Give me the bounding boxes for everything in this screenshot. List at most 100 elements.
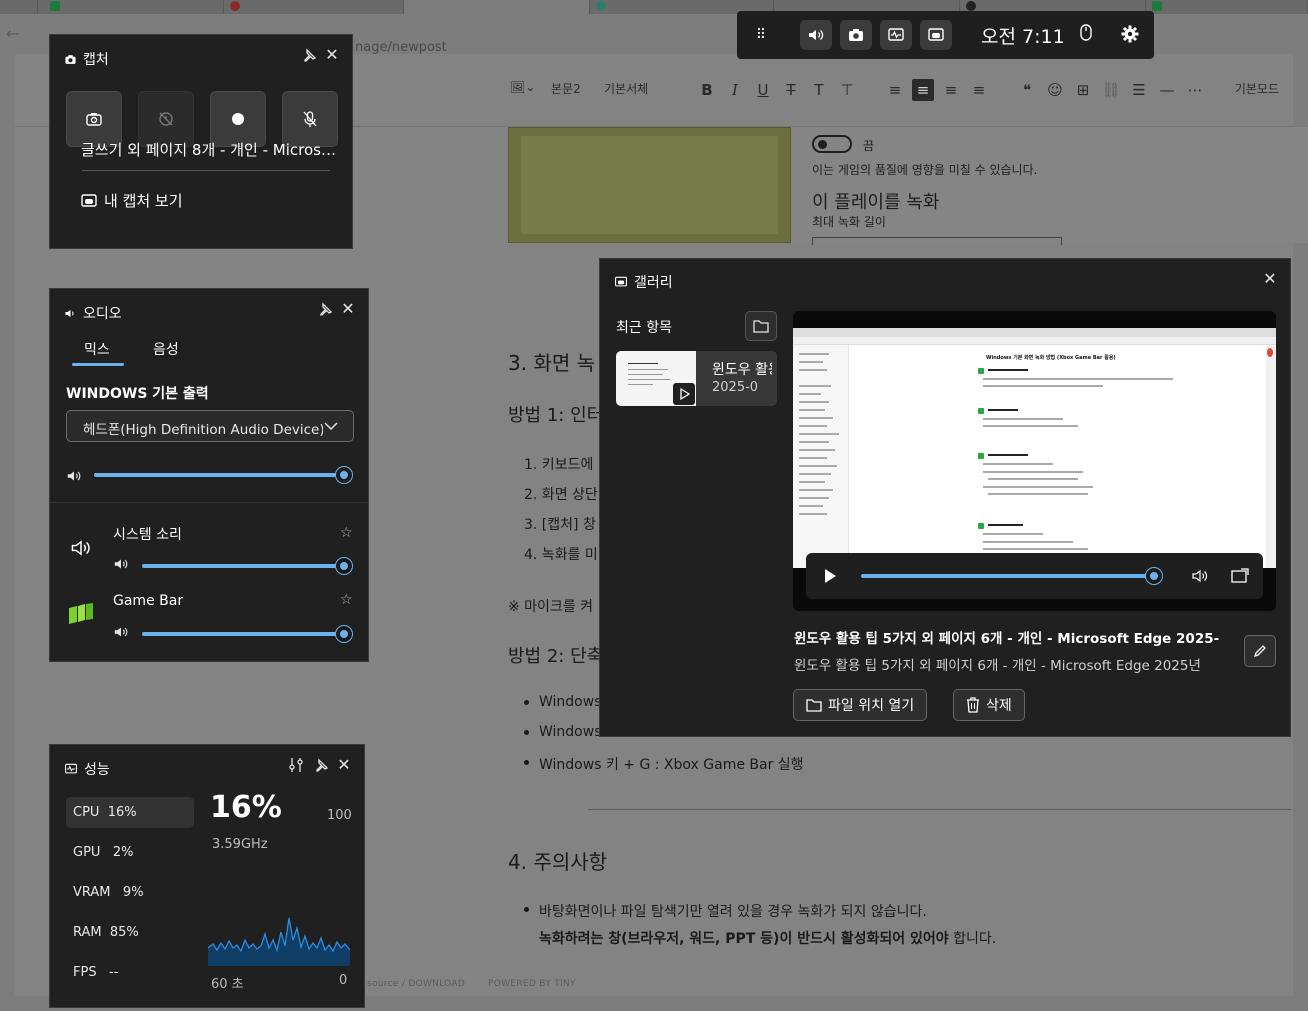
- quote-icon[interactable]: ❝: [1016, 79, 1038, 101]
- history-icon: [159, 112, 173, 126]
- grid-icon[interactable]: ⠿: [751, 25, 771, 45]
- show-captures-link[interactable]: 내 캡처 보기: [80, 190, 183, 211]
- browser-tab[interactable]: [38, 0, 224, 14]
- back-icon[interactable]: ←: [6, 24, 19, 43]
- emoji-icon[interactable]: ☺: [1044, 79, 1066, 101]
- play-icon[interactable]: [823, 568, 837, 584]
- gallery-widget-button[interactable]: [920, 20, 952, 50]
- editor-mode-select[interactable]: 기본모드: [1235, 80, 1279, 97]
- close-icon[interactable]: ✕: [335, 756, 353, 774]
- capture-widget-button[interactable]: [840, 20, 872, 50]
- game-bar-widget-menu: ⠿ 오전 7:11: [737, 11, 1154, 59]
- browser-tab[interactable]: [1146, 0, 1308, 14]
- video-seek-bar[interactable]: [861, 574, 1154, 578]
- metric-gpu[interactable]: GPU 2%: [66, 837, 194, 868]
- open-file-location-button[interactable]: 파일 위치 열기: [793, 689, 928, 721]
- output-device-select[interactable]: 헤드폰(High Definition Audio Device): [66, 410, 354, 442]
- metric-ram[interactable]: RAM 85%: [66, 917, 194, 948]
- pin-icon[interactable]: [312, 757, 330, 775]
- bold-icon[interactable]: B: [696, 79, 718, 101]
- volume-icon[interactable]: [1191, 567, 1209, 585]
- system-sounds-volume-knob[interactable]: [336, 558, 352, 574]
- frame-sidebar: [793, 345, 849, 568]
- camera-icon: [849, 29, 863, 41]
- image-icon[interactable]: 🖼⌄: [510, 80, 535, 94]
- settings-sliders-icon[interactable]: [288, 756, 304, 774]
- open-folder-button[interactable]: [745, 311, 777, 341]
- frame-line: [799, 361, 823, 363]
- frame-line: [799, 449, 835, 451]
- video-preview[interactable]: Windows 기본 화면 녹화 방법 (Xbox Game Bar 활용): [793, 311, 1276, 611]
- font-select[interactable]: 기본서체: [604, 80, 648, 97]
- metric-cpu[interactable]: CPU 16%: [66, 797, 194, 828]
- article-image-content: [521, 136, 778, 234]
- close-icon[interactable]: ✕: [1261, 270, 1279, 288]
- frame-line: [799, 489, 833, 491]
- article-heading-method2: 방법 2: 단축: [508, 646, 604, 667]
- metric-vram[interactable]: VRAM 9%: [66, 877, 194, 908]
- close-icon[interactable]: ✕: [339, 300, 357, 318]
- settings-dropdown-outline: [812, 237, 1062, 245]
- align-center-icon[interactable]: ≡: [912, 79, 934, 101]
- strikethrough-icon[interactable]: T: [780, 79, 802, 101]
- master-volume-slider[interactable]: [94, 473, 344, 477]
- align-left-icon[interactable]: ≡: [884, 79, 906, 101]
- edit-title-button[interactable]: [1244, 635, 1276, 667]
- system-sounds-volume-slider[interactable]: [142, 564, 344, 568]
- master-volume-knob[interactable]: [336, 467, 352, 483]
- align-justify-icon[interactable]: ≡: [968, 79, 990, 101]
- thumb-line: [628, 379, 670, 380]
- metric-fps[interactable]: FPS --: [66, 957, 194, 988]
- game-bar-volume-knob[interactable]: [336, 626, 352, 642]
- article-image[interactable]: [508, 127, 791, 243]
- list-icon[interactable]: ☰: [1128, 79, 1150, 101]
- performance-widget-title: 성능: [84, 762, 110, 778]
- frame-line: [988, 478, 1078, 480]
- chevron-down-icon: [324, 422, 338, 431]
- frame-line: [988, 524, 1023, 526]
- camera-icon: [86, 113, 102, 126]
- horizontal-rule-icon[interactable]: —: [1156, 79, 1178, 101]
- frame-heading: Windows 기본 화면 녹화 방법 (Xbox Game Bar 활용): [986, 355, 1116, 361]
- volume-icon: [114, 627, 128, 637]
- gallery-item[interactable]: 윈도우 활용 팁 5가지 외 페이지 6개 2025-0: [616, 351, 777, 406]
- align-right-icon[interactable]: ≡: [940, 79, 962, 101]
- text-background-icon[interactable]: ⊤: [836, 79, 858, 101]
- table-icon[interactable]: ⊞: [1072, 79, 1094, 101]
- video-seek-knob[interactable]: [1145, 568, 1162, 584]
- favorite-star-icon[interactable]: ☆: [340, 592, 353, 608]
- toggle-state-label: 끔: [863, 139, 875, 153]
- tab-voice[interactable]: 음성: [153, 339, 179, 359]
- article-shortcut-3: Windows 키 + G : Xbox Game Bar 실행: [539, 757, 804, 773]
- mouse-icon[interactable]: [1079, 23, 1093, 43]
- close-icon[interactable]: ✕: [323, 46, 341, 64]
- delete-button[interactable]: 삭제: [953, 689, 1025, 721]
- gallery-icon: [615, 276, 627, 287]
- audio-widget-button[interactable]: [800, 20, 832, 50]
- tab-mix[interactable]: 믹스: [84, 339, 110, 359]
- list-bullet: [524, 700, 529, 705]
- browser-tab[interactable]: [0, 0, 38, 14]
- more-icon[interactable]: ⋯: [1184, 79, 1206, 101]
- pin-icon[interactable]: [300, 47, 318, 65]
- gallery-item-thumbnail: [616, 351, 696, 406]
- gear-icon[interactable]: [1120, 24, 1140, 44]
- game-bar-volume-slider[interactable]: [142, 632, 344, 636]
- italic-icon[interactable]: I: [724, 79, 746, 101]
- performance-widget-button[interactable]: [880, 20, 912, 50]
- browser-tab-active[interactable]: [404, 0, 590, 14]
- text-color-icon[interactable]: T: [808, 79, 830, 101]
- pin-icon[interactable]: [316, 301, 334, 319]
- fullscreen-icon[interactable]: [1231, 568, 1249, 584]
- link-icon[interactable]: ⛓: [1100, 79, 1122, 101]
- frame-line: [799, 425, 827, 427]
- frame-line: [983, 418, 1063, 420]
- browser-tab[interactable]: [224, 0, 404, 14]
- clock-time: 오전 7:11: [981, 26, 1065, 48]
- video-badge: [673, 383, 695, 405]
- underline-icon[interactable]: U: [752, 79, 774, 101]
- footer-download-link[interactable]: en source / DOWNLOAD: [352, 979, 465, 989]
- favorite-star-icon[interactable]: ☆: [340, 525, 353, 541]
- paragraph-select[interactable]: 본문2: [551, 80, 581, 97]
- url-text[interactable]: nage/newpost: [355, 40, 447, 55]
